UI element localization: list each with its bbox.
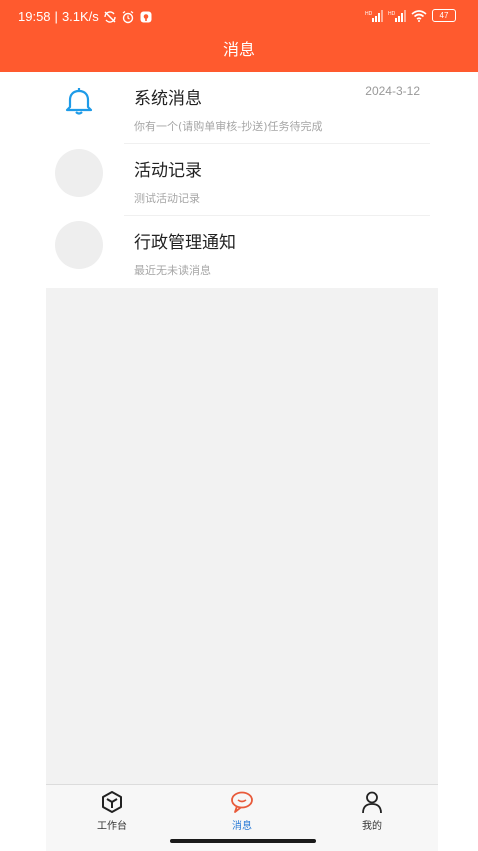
status-bar: 19:58 | 3.1K/s HD HD 47 [0,0,478,34]
status-separator: | [54,9,58,24]
message-item-system[interactable]: 系统消息 2024-3-12 你有一个(请购单审核-抄送)任务待完成 [46,72,438,144]
message-subtitle: 你有一个(请购单审核-抄送)任务待完成 [134,120,323,133]
status-bar-right: HD HD 47 [365,9,456,22]
avatar-placeholder [55,149,103,197]
sync-off-icon [104,10,116,23]
network-speed: 3.1K/s [61,9,99,24]
bell-icon [55,77,103,125]
home-indicator[interactable] [170,839,316,843]
tab-label: 消息 [232,821,252,832]
tab-workbench[interactable]: 工作台 [72,789,152,832]
svg-text:HD: HD [388,11,396,17]
title-bar: 消息 [0,34,478,72]
battery-level: 47 [439,11,449,20]
chat-bubble-icon [231,791,253,813]
message-date: 2024-3-12 [365,84,420,98]
message-title: 系统消息 [134,89,202,109]
app-notification-icon [140,11,152,22]
battery-icon: 47 [432,9,456,22]
tab-mine[interactable]: 我的 [332,789,412,832]
status-time: 19:58 [18,9,51,24]
alarm-icon [122,10,134,23]
page-title: 消息 [222,40,255,59]
wifi-icon [411,9,427,22]
cube-icon [102,791,122,813]
message-subtitle: 最近无未读消息 [134,264,211,277]
tab-messages[interactable]: 消息 [202,789,282,832]
status-bar-left: 19:58 | 3.1K/s [18,9,153,24]
message-item-activity[interactable]: 活动记录 测试活动记录 [46,144,438,216]
tab-label: 工作台 [97,821,127,832]
signal-icon-2: HD [388,9,406,22]
message-subtitle: 测试活动记录 [134,192,200,205]
tab-label: 我的 [362,821,382,832]
message-item-admin[interactable]: 行政管理通知 最近无未读消息 [46,216,438,288]
message-list: 系统消息 2024-3-12 你有一个(请购单审核-抄送)任务待完成 活动记录 … [46,72,438,288]
svg-text:HD: HD [365,11,373,17]
message-title: 活动记录 [134,161,202,181]
person-icon [362,791,382,814]
message-title: 行政管理通知 [134,233,236,253]
signal-icon: HD [365,9,383,22]
avatar-placeholder [55,221,103,269]
